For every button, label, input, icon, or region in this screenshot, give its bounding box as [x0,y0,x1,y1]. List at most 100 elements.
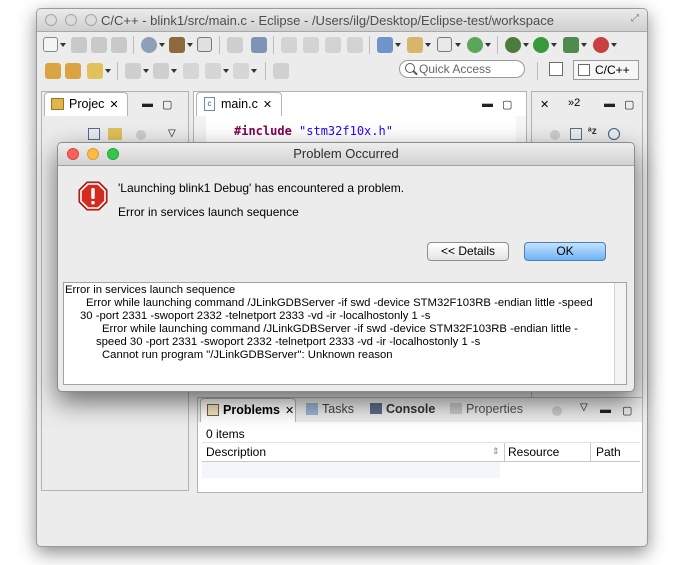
new-file-dropdown-icon[interactable] [455,43,461,47]
new-project-dropdown-icon[interactable] [485,43,491,47]
new-project-icon[interactable] [467,37,483,53]
gear-icon[interactable] [141,37,157,53]
column-description[interactable]: Description [206,445,266,459]
tab-tasks[interactable]: Tasks [306,402,354,416]
view-menu-icon[interactable] [136,130,146,140]
new-file-icon[interactable] [437,37,452,52]
close-icon[interactable]: ✕ [540,98,549,111]
external-run-icon[interactable] [593,37,609,53]
external-run-dropdown-icon[interactable] [611,43,617,47]
minimize-icon[interactable]: ▬ [600,404,611,416]
nav-icon[interactable] [227,37,243,53]
save-icon[interactable] [71,37,87,53]
details-line: Cannot run program "/JLinkGDBServer": Un… [102,349,393,361]
step-over-icon[interactable] [303,37,319,53]
debug-dropdown-icon[interactable] [523,43,529,47]
next-annotation-dropdown-icon[interactable] [143,69,149,73]
pencil-icon[interactable] [87,63,103,79]
collapse-all-icon[interactable] [570,128,582,140]
maximize-icon[interactable]: ▢ [624,98,634,111]
quick-access-field[interactable]: Quick Access [399,60,525,78]
minimize-icon[interactable]: ▬ [482,98,493,110]
tab-properties[interactable]: Properties [450,402,523,416]
run-icon[interactable] [533,37,549,53]
ok-button[interactable]: OK [524,242,606,261]
print-icon[interactable] [111,37,127,53]
minimize-icon[interactable]: ▬ [604,98,615,110]
dialog-title: Problem Occurred [293,146,399,161]
problems-content: 0 items Description ⇕ Resource Path [198,422,642,492]
window-zoom-button[interactable] [85,14,97,26]
tab-console[interactable]: Console [370,402,435,416]
dialog-minimize-button[interactable] [87,148,99,160]
open-perspective-icon[interactable] [549,62,563,76]
close-icon[interactable]: ✕ [285,405,294,417]
open-folder-alt-icon[interactable] [65,63,81,79]
save-all-icon[interactable] [91,37,107,53]
new-dropdown-icon[interactable] [60,43,66,47]
build-dropdown-icon[interactable] [187,43,193,47]
details-button[interactable]: << Details [427,242,509,261]
pin-editor-icon[interactable] [273,63,289,79]
pencil-dropdown-icon[interactable] [105,69,111,73]
perspective-cpp-button[interactable]: C/C++ [573,60,639,80]
build-hammer-icon[interactable] [169,37,185,53]
prev-annotation-dropdown-icon[interactable] [171,69,177,73]
open-folder-icon[interactable] [45,63,61,79]
window-minimize-button[interactable] [65,14,77,26]
window-close-button[interactable] [45,14,57,26]
tab-problems[interactable]: Problems ✕ [200,398,296,422]
maximize-icon[interactable]: ▢ [622,404,632,417]
debug-bug-icon[interactable] [505,37,521,53]
minimize-icon[interactable]: ▬ [142,98,153,110]
new-class-dropdown-icon[interactable] [395,43,401,47]
link-editor-icon[interactable] [108,128,122,140]
table-header: Description ⇕ Resource Path [202,442,640,462]
skip-breakpoints-icon[interactable] [251,37,267,53]
dialog-reason: Error in services launch sequence [118,205,299,219]
collapse-all-icon[interactable] [88,128,100,140]
dialog-close-button[interactable] [67,148,79,160]
dialog-zoom-button[interactable] [107,148,119,160]
manage-configs-dropdown-icon[interactable] [159,43,165,47]
column-resource[interactable]: Resource [508,445,559,459]
step-icon[interactable] [281,37,297,53]
new-class-icon[interactable] [377,37,393,53]
external-tools-dropdown-icon[interactable] [581,43,587,47]
column-path[interactable]: Path [596,445,621,459]
maximize-icon[interactable]: ▢ [162,98,172,111]
forward-dropdown-icon[interactable] [251,69,257,73]
tab-project-explorer[interactable]: Projec ✕ [44,92,128,116]
maximize-icon[interactable]: ▢ [502,98,512,111]
next-annotation-icon[interactable] [125,63,141,79]
details-scrollbar[interactable] [614,283,626,384]
back-dropdown-icon[interactable] [223,69,229,73]
outline-overflow-tab[interactable]: »2 [568,97,580,109]
chevron-down-icon[interactable]: ▽ [168,128,176,139]
prev-annotation-icon[interactable] [153,63,169,79]
view-menu-icon[interactable] [552,406,562,416]
drop-frame-icon[interactable] [347,37,363,53]
chevron-down-icon[interactable]: ▽ [580,402,588,413]
code-line[interactable]: #include "stm32f10x.h" [234,124,393,138]
step-return-icon[interactable] [325,37,341,53]
sort-az-icon[interactable]: ᵃz [588,126,597,137]
external-tools-icon[interactable] [563,37,579,53]
new-folder-dropdown-icon[interactable] [425,43,431,47]
new-icon[interactable] [43,37,58,52]
fullscreen-icon[interactable]: ⤢ [631,13,643,25]
back-arrow-icon[interactable] [183,63,199,79]
close-icon[interactable]: ✕ [109,99,118,111]
binary-icon[interactable] [197,37,212,52]
run-dropdown-icon[interactable] [551,43,557,47]
tab-main-c[interactable]: c main.c ✕ [196,92,282,116]
outline-view-icon[interactable] [550,130,560,140]
back-history-icon[interactable] [205,63,221,79]
close-icon[interactable]: ✕ [263,99,272,111]
details-text-area[interactable]: Error in services launch sequence Error … [63,282,627,385]
column-resize-icon[interactable]: ⇕ [492,446,500,457]
search-icon [405,63,415,73]
new-folder-icon[interactable] [407,37,423,53]
forward-arrow-icon[interactable] [233,63,249,79]
hide-fields-icon[interactable] [608,128,620,140]
